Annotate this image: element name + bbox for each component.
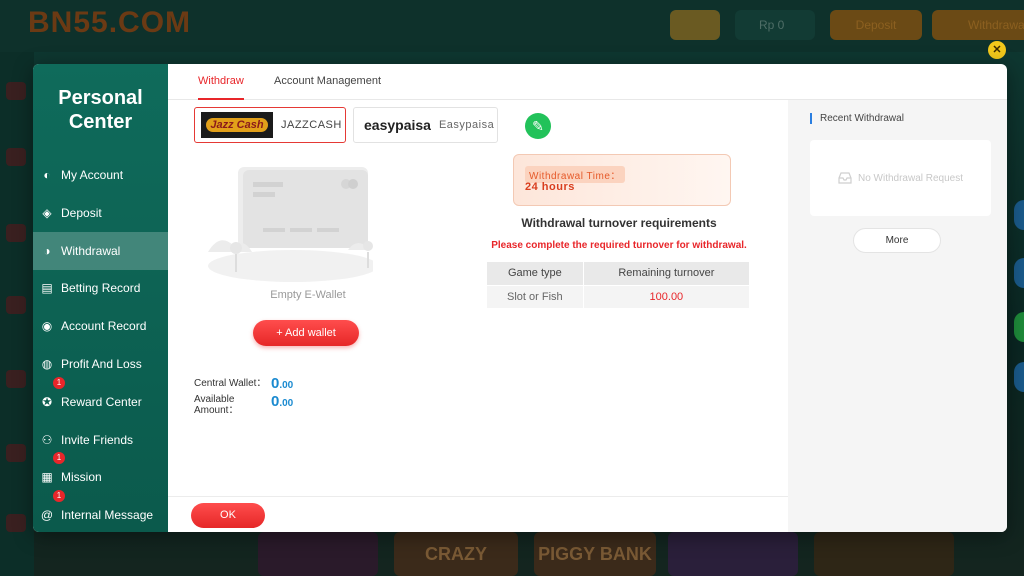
table-row: Slot or Fish 100.00 [487, 284, 751, 308]
sidebar-item-label: Reward Center [61, 394, 142, 409]
withdrawal-time-box: Withdrawal Time： 24 hours [513, 154, 731, 206]
jazzcash-logo: Jazz Cash [201, 112, 273, 138]
wallet-name: JAZZCASH [281, 119, 342, 131]
notification-badge: 1 [53, 376, 65, 389]
sidebar-item-mission[interactable]: ▦ Mission 1 [33, 452, 168, 496]
sidebar-item-label: Betting Record [61, 281, 141, 296]
site-logo: BN55.COM [28, 6, 192, 39]
sidebar-item-label: Internal Message [61, 508, 154, 523]
tab-withdraw[interactable]: Withdraw [198, 64, 244, 100]
close-modal-button[interactable]: ✕ [988, 41, 1006, 59]
sidebar-item-label: Withdrawal [61, 243, 121, 258]
turnover-table: Game type Remaining turnover Slot or Fis… [487, 262, 751, 308]
inbox-icon [838, 172, 852, 184]
reward-icon: ✪ [41, 394, 53, 409]
footer: OK [168, 496, 788, 532]
sidebar: Personal Center ◐ My Account ◈ Deposit ◑ With… [33, 64, 168, 532]
sidebar-item-label: Mission [61, 470, 102, 485]
more-button[interactable]: More [853, 228, 941, 253]
sidebar-item-invite-friends[interactable]: ⚇ Invite Friends [33, 421, 168, 459]
site-game-strip: CRAZY MONKEY PIGGY BANK [258, 532, 978, 576]
game-tile: PIGGY BANK [534, 532, 656, 576]
site-topbar: BN55.COM Rp 0 Deposit Withdrawal [0, 0, 1024, 52]
avatar [670, 10, 720, 40]
sidebar-item-account-record[interactable]: ◉ Account Record [33, 307, 168, 345]
personal-center-modal: Personal Center ◐ My Account ◈ Deposit ◑ With… [33, 64, 1007, 532]
empty-wallet-illustration [208, 167, 373, 282]
site-balance: Rp 0 [735, 10, 815, 40]
turnover-title: Withdrawal turnover requirements [521, 216, 717, 230]
sidebar-title: Personal Center [58, 87, 143, 133]
empty-wallet-label: Empty E-Wallet [270, 289, 346, 301]
add-wallet-button[interactable]: + Add wallet [253, 320, 359, 346]
wallet-name: Easypaisa [438, 119, 495, 131]
recent-withdrawal-title: Recent Withdrawal [810, 113, 904, 124]
table-header: Game type [487, 262, 584, 285]
sidebar-item-label: My Account [61, 168, 124, 182]
sidebar-item-internal-message[interactable]: @ Internal Message 1 [33, 490, 168, 532]
sidebar-item-betting-record[interactable]: ▤ Betting Record [33, 269, 168, 307]
sidebar-item-label: Account Record [61, 319, 147, 334]
recent-withdrawal-panel: Recent Withdrawal No Withdrawal Request … [788, 100, 1007, 532]
site-deposit-button: Deposit [830, 10, 922, 40]
game-type-cell: Slot or Fish [487, 284, 584, 308]
tab-bar: Withdraw Account Management [168, 64, 1007, 100]
at-icon: @ [40, 508, 54, 523]
profit-loss-icon: ◍ [41, 357, 53, 371]
notification-badge: 1 [53, 452, 65, 465]
game-tile: CRAZY MONKEY [394, 532, 518, 576]
invite-icon: ⚇ [41, 432, 53, 447]
gift-icon: ▦ [41, 470, 53, 485]
betting-record-icon: ▤ [41, 281, 53, 296]
sidebar-item-reward-center[interactable]: ✪ Reward Center 1 [33, 376, 168, 421]
available-amount-value: 0.00 [271, 393, 294, 410]
no-withdrawal-text: No Withdrawal Request [857, 172, 964, 184]
edit-icon[interactable]: ✎ [525, 113, 551, 139]
deposit-icon: ◈ [42, 205, 52, 220]
notification-badge: 1 [53, 490, 65, 503]
sidebar-item-label: Deposit [61, 205, 102, 220]
central-wallet-label: Central Wallet： [194, 378, 267, 389]
sidebar-item-profit-and-loss[interactable]: ◍ Profit And Loss [33, 345, 168, 383]
sidebar-item-deposit[interactable]: ◈ Deposit [33, 194, 168, 232]
sidebar-item-label: Invite Friends [61, 432, 134, 447]
table-header: Remaining turnover [583, 262, 751, 285]
central-wallet-value: 0.00 [271, 375, 294, 392]
turnover-warning: Please complete the required turnover fo… [491, 240, 747, 251]
tab-account-management[interactable]: Account Management [274, 64, 381, 100]
withdrawal-icon: ◑ [43, 243, 51, 258]
withdrawal-time-value: 24 hours [525, 181, 575, 193]
remaining-turnover-cell: 100.00 [583, 284, 751, 308]
account-icon: ◐ [43, 168, 51, 182]
ok-button[interactable]: OK [191, 503, 265, 528]
site-left-nav [0, 52, 34, 576]
easypaisa-logo: easypaisa [364, 117, 431, 133]
withdraw-panel: Withdraw Account Management Jazz Cash JA… [168, 64, 1007, 532]
sidebar-item-label: Profit And Loss [61, 357, 142, 371]
sidebar-item-my-account[interactable]: ◐ My Account [33, 156, 168, 194]
sidebar-item-withdrawal[interactable]: ◑ Withdrawal [33, 231, 168, 270]
wallet-option-jazzcash[interactable]: Jazz Cash JAZZCASH [194, 107, 346, 143]
no-withdrawal-placeholder: No Withdrawal Request [810, 140, 991, 216]
site-withdrawal-button: Withdrawal [932, 10, 1024, 40]
account-record-icon: ◉ [41, 319, 53, 334]
available-amount-label: Available Amount： [194, 394, 239, 416]
wallet-option-easypaisa[interactable]: easypaisa Easypaisa [353, 107, 498, 143]
